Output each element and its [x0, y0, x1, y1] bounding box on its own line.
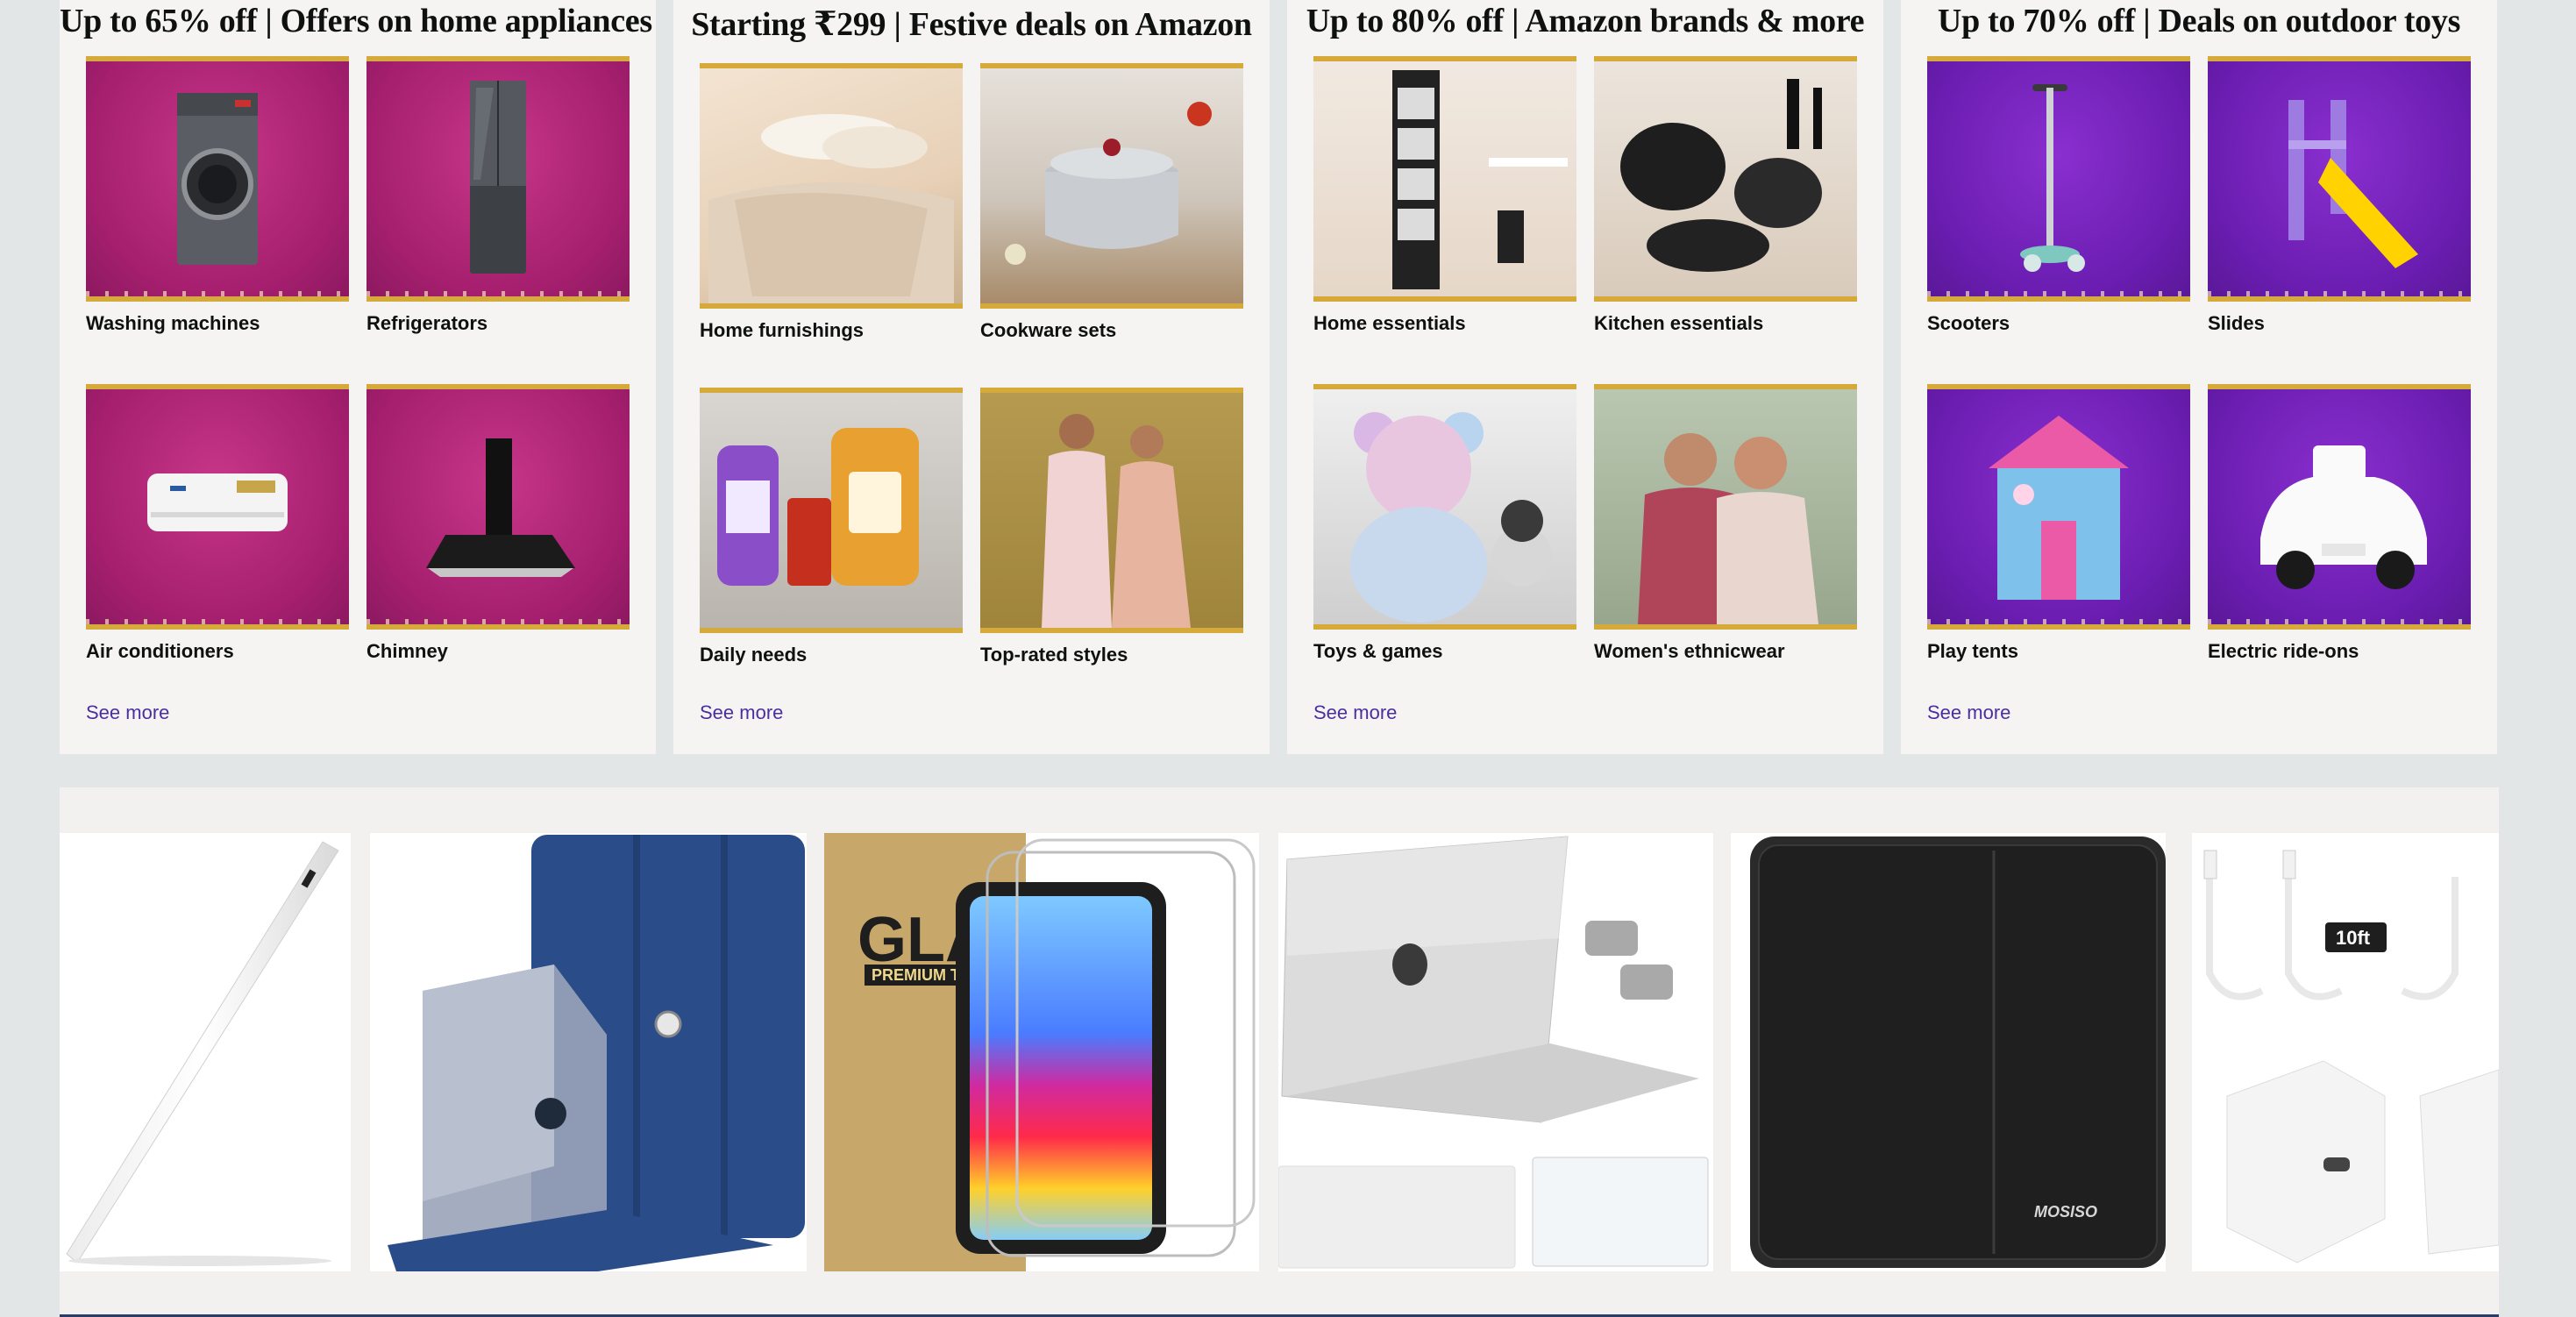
air-conditioner-icon [147, 473, 288, 531]
play-tent-icon [1989, 416, 2129, 600]
see-more-link[interactable]: See more [700, 701, 783, 724]
tile-air-conditioners[interactable]: Air conditioners [86, 384, 349, 663]
tile-home-furnishings[interactable]: Home furnishings [700, 63, 963, 342]
top-rated-styles-image[interactable] [980, 388, 1243, 633]
tile-kitchen-essentials[interactable]: Kitchen essentials [1594, 56, 1857, 335]
kitchen-essentials-image[interactable] [1594, 56, 1857, 302]
tile-label: Play tents [1927, 640, 2018, 662]
grocery-bottles-icon [717, 428, 919, 586]
play-tents-image[interactable] [1927, 384, 2190, 630]
product-carousel: GLAS PREMIUM T MOSISO 10ft [60, 787, 2499, 1317]
laptop-sleeve-icon: MOSISO [1750, 836, 2166, 1268]
tile-label: Toys & games [1313, 640, 1443, 662]
deal-card-outdoor-toys: Up to 70% off | Deals on outdoor toys Sc… [1901, 0, 2497, 754]
product-usb-c-cable-charger[interactable]: 10ft [2192, 833, 2499, 1271]
tile-chimney[interactable]: Chimney [366, 384, 630, 663]
card-title: Up to 80% off | Amazon brands & more [1306, 3, 1865, 39]
slide-icon [2288, 100, 2418, 268]
tile-label: Home essentials [1313, 312, 1466, 334]
deal-card-amazon-brands: Up to 80% off | Amazon brands & more Hom… [1287, 0, 1883, 754]
tile-label: Slides [2208, 312, 2265, 334]
product-macbook-hard-case[interactable] [1278, 833, 1713, 1271]
slides-image[interactable] [2208, 56, 2471, 302]
stylus-pencil-icon [66, 841, 339, 1266]
see-more-link[interactable]: See more [1313, 701, 1397, 724]
kick-scooter-icon [2020, 84, 2085, 272]
home-essentials-image[interactable] [1313, 56, 1576, 302]
womens-ethnicwear-image[interactable] [1594, 384, 1857, 630]
tile-label: Top-rated styles [980, 644, 1128, 666]
cookware-sets-image[interactable] [980, 63, 1243, 309]
tile-refrigerators[interactable]: Refrigerators [366, 56, 630, 335]
tile-label: Women's ethnicwear [1594, 640, 1785, 662]
tile-daily-needs[interactable]: Daily needs [700, 388, 963, 666]
cooking-pot-icon [1005, 102, 1212, 265]
tile-slides[interactable]: Slides [2208, 56, 2471, 335]
scooters-image[interactable] [1927, 56, 2190, 302]
toys-games-image[interactable] [1313, 384, 1576, 630]
chimney-image[interactable] [366, 384, 630, 630]
usb-c-cable-charger-icon: 10ft [2203, 850, 2499, 1264]
air-conditioner-image[interactable] [86, 384, 349, 630]
tile-label: Washing machines [86, 312, 260, 334]
tile-electric-ride-ons[interactable]: Electric ride-ons [2208, 384, 2471, 663]
tile-washing-machines[interactable]: Washing machines [86, 56, 349, 335]
washing-machine-image[interactable] [86, 56, 349, 302]
tile-label: Refrigerators [366, 312, 488, 334]
tile-cookware-sets[interactable]: Cookware sets [980, 63, 1243, 342]
screen-protector-icon: GLAS PREMIUM T [824, 833, 1256, 1271]
card-title: Starting ₹299 | Festive deals on Amazon [691, 6, 1252, 43]
see-more-link[interactable]: See more [86, 701, 169, 724]
kitchen-utensils-icon [1620, 79, 1822, 272]
daily-needs-image[interactable] [700, 388, 963, 633]
washing-machine-icon [177, 93, 258, 265]
product-stylus-pencil[interactable] [60, 833, 351, 1271]
sleeve-brand-text: MOSISO [2034, 1203, 2097, 1221]
glass-brand-subtext: PREMIUM T [872, 966, 960, 984]
ipad-folio-case-icon [388, 835, 805, 1271]
macbook-hard-case-icon [1278, 836, 1709, 1269]
refrigerator-image[interactable] [366, 56, 630, 302]
product-laptop-sleeve[interactable]: MOSISO [1731, 833, 2166, 1271]
cable-length-badge: 10ft [2336, 927, 2371, 949]
tile-top-rated-styles[interactable]: Top-rated styles [980, 388, 1243, 666]
chimney-icon [426, 438, 575, 577]
storage-rack-icon [1392, 70, 1568, 289]
tile-label: Air conditioners [86, 640, 234, 662]
tile-label: Kitchen essentials [1594, 312, 1764, 334]
tile-home-essentials[interactable]: Home essentials [1313, 56, 1576, 335]
tile-label: Daily needs [700, 644, 808, 666]
women-ethnicwear-icon [1638, 433, 1818, 624]
deal-card-home-appliances: Up to 65% off | Offers on home appliance… [60, 0, 656, 754]
card-title: Up to 70% off | Deals on outdoor toys [1937, 3, 2461, 39]
tile-label: Chimney [366, 640, 448, 662]
product-ipad-folio-case[interactable] [370, 833, 807, 1271]
tile-womens-ethnicwear[interactable]: Women's ethnicwear [1594, 384, 1857, 663]
tile-label: Electric ride-ons [2208, 640, 2359, 662]
tile-label: Cookware sets [980, 319, 1117, 341]
toy-car-icon [2260, 445, 2427, 589]
home-furnishings-image[interactable] [700, 63, 963, 309]
see-more-link[interactable]: See more [1927, 701, 2010, 724]
refrigerator-icon [470, 81, 526, 274]
bedding-icon [708, 114, 954, 303]
tile-label: Scooters [1927, 312, 2010, 334]
deal-card-festive-deals: Starting ₹299 | Festive deals on Amazon … [673, 0, 1270, 754]
tile-scooters[interactable]: Scooters [1927, 56, 2190, 335]
product-glass-screen-protector[interactable]: GLAS PREMIUM T [824, 833, 1259, 1271]
teddy-bear-icon [1350, 412, 1552, 623]
tile-label: Home furnishings [700, 319, 865, 341]
tile-play-tents[interactable]: Play tents [1927, 384, 2190, 663]
couple-ethnic-wear-icon [1042, 414, 1191, 628]
electric-ride-ons-image[interactable] [2208, 384, 2471, 630]
tile-toys-games[interactable]: Toys & games [1313, 384, 1576, 663]
card-title: Up to 65% off | Offers on home appliance… [60, 3, 652, 39]
